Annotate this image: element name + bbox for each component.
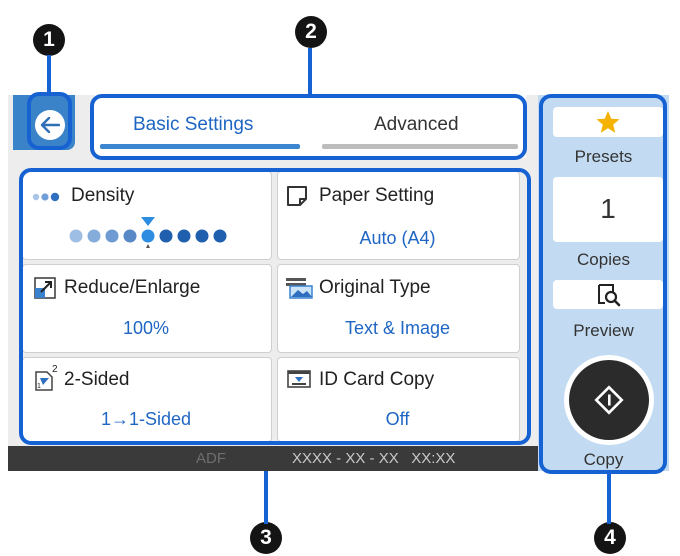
callout-4: 4 xyxy=(594,522,626,554)
highlight-settings xyxy=(19,168,531,445)
callout-line-4 xyxy=(607,473,611,524)
callout-1: 1 xyxy=(33,24,65,56)
highlight-tabs xyxy=(90,94,527,160)
status-bar xyxy=(8,446,538,471)
adf-indicator: ADF xyxy=(196,450,226,467)
highlight-right-panel xyxy=(539,94,667,474)
callout-line-2 xyxy=(308,48,312,94)
highlight-back-button xyxy=(27,92,72,150)
callout-3: 3 xyxy=(250,522,282,554)
callout-2: 2 xyxy=(295,16,327,48)
date-time: XXXX - XX - XX XX:XX xyxy=(292,450,456,467)
